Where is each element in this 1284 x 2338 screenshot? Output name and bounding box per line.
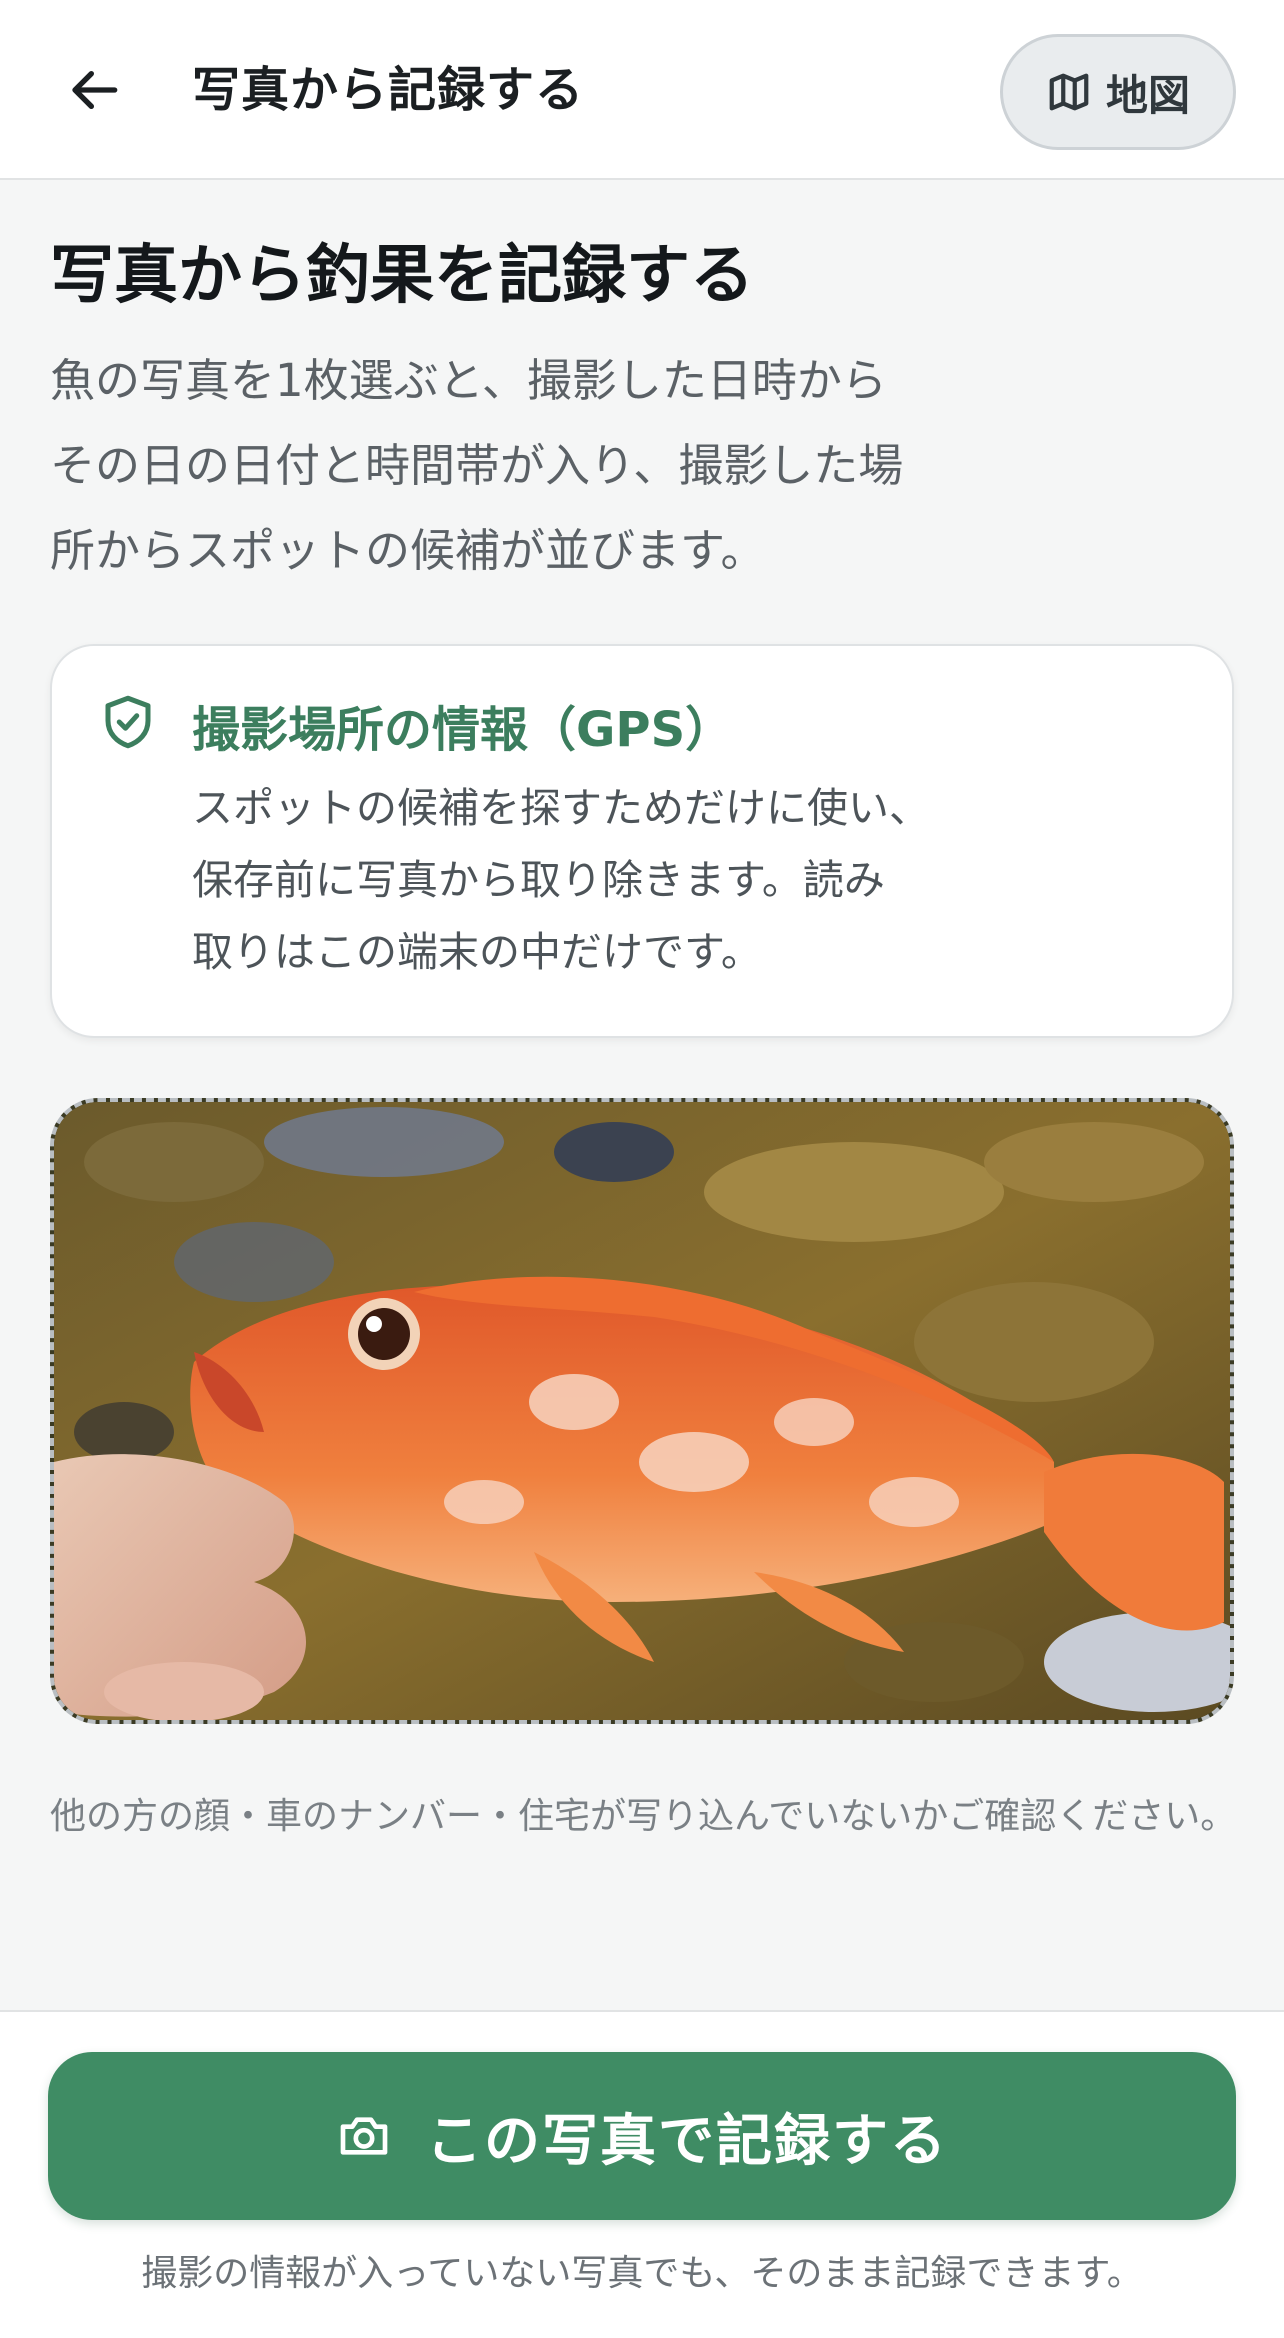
arrow-left-icon [72,70,118,110]
gps-body-line: スポットの候補を探すためだけに使い、 [192,784,930,832]
gps-body-line: 保存前に写真から取り除きます。読み [192,856,885,904]
gps-card-title: 撮影場所の情報（GPS） [192,702,734,758]
camera-icon [340,2117,388,2155]
shield-check-icon [105,695,151,749]
gps-body-line: 取りはこの端末の中だけです。 [192,928,762,976]
intro-text: 魚の写真を1枚選ぶと、撮影した日時から その日の日付と時間帯が入り、撮影した場 … [50,338,1050,593]
map-button-label: 地図 [1105,70,1190,120]
intro-line: 所からスポットの候補が並びます。 [50,524,766,577]
fish-photo-image [54,1102,1230,1720]
gps-info-card: 撮影場所の情報（GPS） スポットの候補を探すためだけに使い、 保存前に写真から… [50,644,1234,1038]
header-title: 写真から記録する [192,62,585,118]
intro-line: 魚の写真を1枚選ぶと、撮影した日時から [50,354,887,407]
footer-bar: この写真で記録する 撮影の情報が入っていない写真でも、そのまま記録できます。 [0,2010,1284,2338]
app-header: 写真から記録する 地図 [0,0,1284,180]
record-with-photo-button[interactable]: この写真で記録する [48,2052,1236,2220]
selected-photo[interactable] [50,1098,1234,1724]
gps-card-body: スポットの候補を探すためだけに使い、 保存前に写真から取り除きます。読み 取りは… [192,772,1192,988]
map-icon [1049,73,1089,111]
page-title: 写真から釣果を記録する [50,239,754,313]
map-button[interactable]: 地図 [1000,34,1236,150]
back-button[interactable] [56,50,136,130]
footer-note: 撮影の情報が入っていない写真でも、そのまま記録できます。 [141,2253,1143,2294]
intro-line: その日の日付と時間帯が入り、撮影した場 [50,439,904,492]
record-button-label: この写真で記録する [426,2108,948,2174]
privacy-notice: 他の方の顔・車のナンバー・住宅が写り込んでいないかご確認ください。 [50,1796,1237,1837]
